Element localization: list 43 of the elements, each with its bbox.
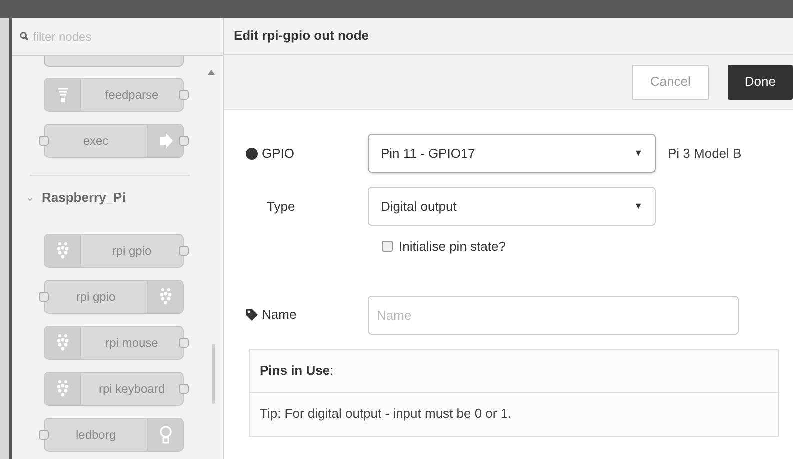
output-port [179, 338, 189, 348]
name-field[interactable]: Name [368, 296, 739, 334]
input-port [39, 430, 49, 440]
scroll-up-icon [208, 70, 215, 75]
palette-node[interactable]: rpi gpio [44, 234, 184, 268]
cancel-button[interactable]: Cancel [632, 64, 709, 100]
editor-title: Edit rpi-gpio out node [224, 18, 793, 55]
output-port [179, 90, 189, 100]
bulb-icon [160, 426, 172, 444]
output-port [179, 246, 189, 256]
board-model: Pi 3 Model B [668, 144, 742, 163]
palette-node[interactable]: feedparse [44, 78, 184, 112]
berry-icon [160, 288, 172, 306]
output-port [179, 136, 189, 146]
palette-node[interactable]: rpi keyboard [44, 372, 184, 406]
search-icon [20, 32, 29, 41]
palette-node[interactable]: rpi gpio [44, 280, 184, 314]
input-port [39, 136, 49, 146]
berry-icon [56, 380, 68, 398]
feed-icon [56, 86, 68, 104]
chevron-icon: ⌄ [26, 190, 34, 206]
type-select[interactable]: Digital output ▼ [368, 187, 656, 226]
palette-node[interactable]: ledborg [44, 418, 184, 452]
palette-node[interactable]: rpi mouse [44, 326, 184, 360]
filter-field[interactable]: filter nodes [33, 28, 203, 46]
category-header[interactable]: ⌄ Raspberry_Pi [26, 176, 193, 220]
pins-heading: Pins in Use: [250, 350, 778, 392]
input-port [39, 292, 49, 302]
tag-icon [246, 309, 258, 321]
palette-node[interactable]: exec [44, 124, 184, 158]
berry-icon [56, 242, 68, 260]
done-button[interactable]: Done [728, 64, 793, 100]
output-port [179, 384, 189, 394]
arrow-icon [158, 133, 172, 149]
tip-text: Tip: For digital output - input must be 0 or 1. [259, 405, 513, 424]
berry-icon [56, 334, 68, 352]
checkbox[interactable] [382, 241, 393, 252]
field-label: GPIO [262, 144, 295, 163]
scrollbar-thumb [212, 344, 215, 404]
gpio-select[interactable]: Pin 11 - GPIO17 ▼ [368, 134, 656, 173]
field-label: Name [262, 306, 297, 324]
checkbox-label: Initialise pin state? [399, 238, 506, 256]
field-label: Type [266, 198, 296, 216]
